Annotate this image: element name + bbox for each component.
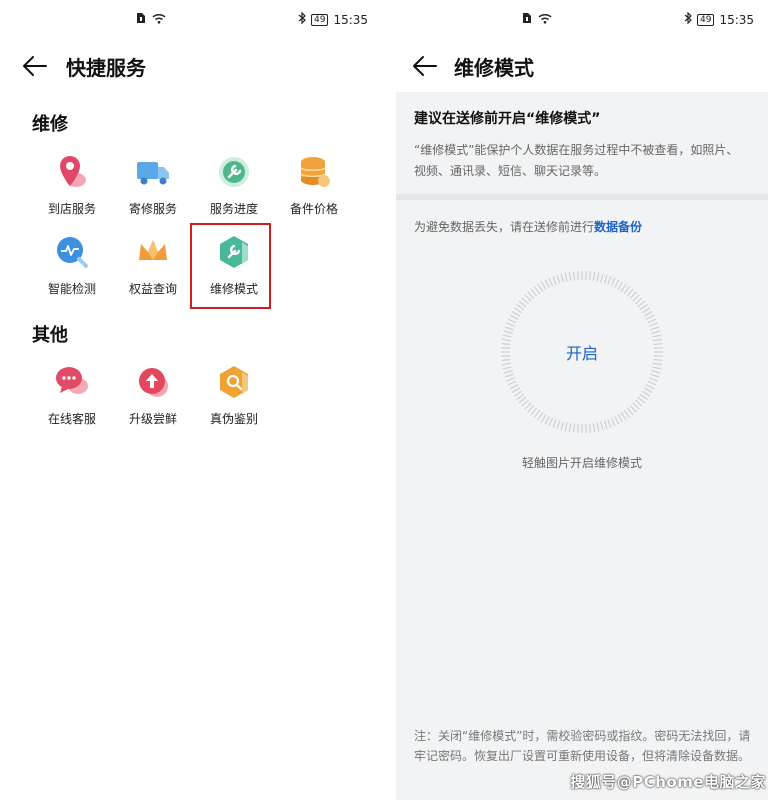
enable-hint: 轻触图片开启维修模式 [521, 456, 642, 470]
data-backup-link[interactable]: 数据备份 [594, 220, 642, 234]
service-beta-upgrade[interactable]: 升级尝鲜 [113, 364, 193, 427]
chat-bubble-icon [54, 364, 90, 400]
service-label: 在线客服 [47, 412, 96, 426]
service-label: 服务进度 [209, 202, 258, 216]
service-label: 智能检测 [47, 282, 96, 296]
service-label: 真伪鉴别 [209, 412, 258, 426]
clock: 15:35 [333, 12, 369, 27]
repair-mode-note: 注：关闭“维修模式”时，需校验密码或指纹。密码无法找回，请牢记密码。恢复出厂设置… [414, 729, 751, 763]
page-title: 快捷服务 [66, 56, 146, 80]
service-smart-check[interactable]: 智能检测 [32, 234, 112, 297]
watermark: 搜狐号@PChome电脑之家 [570, 773, 766, 791]
status-bar: 49 15:35 [0, 11, 388, 32]
delivery-truck-icon [135, 154, 171, 190]
repair-mode-screen: 49 15:35 维修模式 建议在送修前开启“维修模式” “维修模式”能保护个人… [396, 0, 768, 800]
service-label: 到店服务 [47, 202, 96, 216]
clock: 15:35 [719, 12, 755, 27]
wrench-progress-icon [216, 154, 252, 190]
screen-separator [388, 0, 396, 800]
section-title-other: 其他 [32, 325, 68, 346]
back-arrow-icon[interactable] [412, 54, 438, 78]
shield-search-icon [216, 364, 252, 400]
status-bar: 49 15:35 [396, 11, 768, 32]
service-label: 权益查询 [128, 282, 177, 296]
service-parts-price[interactable]: 备件价格 [274, 154, 354, 217]
sim-icon [136, 12, 146, 27]
service-benefits-query[interactable]: 权益查询 [113, 234, 193, 297]
battery-indicator: 49 [311, 13, 329, 26]
section-title-repair: 维修 [32, 114, 68, 135]
upgrade-arrow-icon [135, 364, 171, 400]
repair-mode-description: “维修模式”能保护个人数据在服务过程中不被查看，如照片、视频、通讯录、短信、聊天… [414, 143, 739, 178]
enable-button[interactable]: 开启 [500, 270, 664, 434]
repair-mode-headline: 建议在送修前开启“维修模式” [414, 111, 601, 127]
service-label: 备件价格 [289, 202, 338, 216]
battery-indicator: 49 [697, 13, 715, 26]
backup-prefix: 为避免数据丢失，请在送修前进行 [414, 220, 595, 234]
wifi-icon [152, 13, 166, 27]
highlight-box [190, 223, 271, 309]
diagnostics-icon [54, 234, 90, 270]
title-bar: 维修模式 [396, 44, 768, 88]
service-label: 升级尝鲜 [128, 412, 177, 426]
section-divider [396, 194, 768, 200]
coin-stack-icon [296, 154, 332, 190]
service-progress[interactable]: 服务进度 [194, 154, 274, 217]
title-bar: 快捷服务 [0, 44, 388, 88]
bluetooth-icon [684, 11, 692, 27]
backup-reminder: 为避免数据丢失，请在送修前进行数据备份 [414, 218, 642, 235]
service-online-support[interactable]: 在线客服 [32, 364, 112, 427]
service-store-visit[interactable]: 到店服务 [32, 154, 112, 217]
back-arrow-icon[interactable] [22, 54, 48, 78]
crown-icon [135, 234, 171, 270]
service-authenticity-check[interactable]: 真伪鉴别 [194, 364, 274, 427]
sim-icon [522, 12, 532, 27]
bluetooth-icon [298, 11, 306, 27]
service-mail-in-repair[interactable]: 寄修服务 [113, 154, 193, 217]
service-label: 寄修服务 [128, 202, 177, 216]
page-title: 维修模式 [454, 56, 534, 80]
location-pin-icon [54, 154, 90, 190]
quick-services-screen: 49 15:35 快捷服务 维修 到店服务 寄修服务 服务进度 备件价格 智能检… [0, 0, 388, 800]
wifi-icon [538, 13, 552, 27]
